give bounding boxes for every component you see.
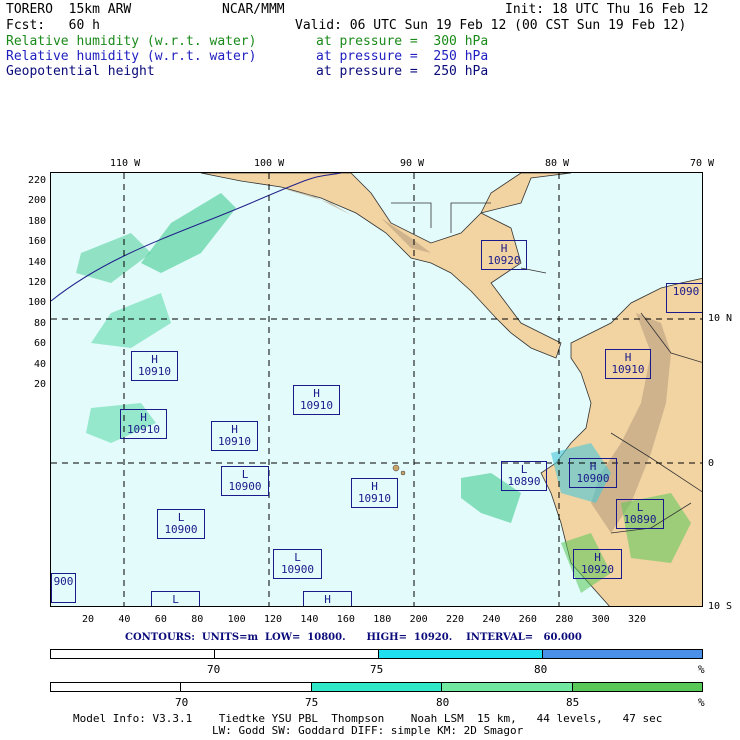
pressure-center-value: 10920 — [580, 563, 615, 576]
pressure-center-box: L 10900 — [273, 549, 322, 579]
x-tick-label: 60 — [154, 614, 167, 625]
y-tick-label: 100 — [27, 297, 46, 308]
valid-time: Valid: 06 UTC Sun 19 Feb 12 (00 CST Sun … — [295, 18, 687, 33]
pressure-center-value: 10910 — [137, 365, 172, 378]
pressure-center-box: H 10920 — [481, 240, 527, 270]
lon-label: 80 W — [545, 158, 570, 169]
y-tick-label: 140 — [27, 257, 46, 268]
x-tick-label: 180 — [373, 614, 392, 625]
init-time: Init: 18 UTC Thu 16 Feb 12 — [505, 2, 709, 17]
x-tick-label: 280 — [555, 614, 574, 625]
pressure-center-value: 10910 — [299, 399, 334, 412]
pressure-center-box: H 10900 — [569, 458, 617, 488]
colorbar-rh300-label: 70 — [175, 696, 189, 709]
colorbar-rh300-unit: % — [698, 696, 705, 709]
x-tick-label: 100 — [227, 614, 246, 625]
x-tick-label: 160 — [336, 614, 355, 625]
colorbar-rh250-label: 70 — [207, 663, 221, 676]
pressure-center-box: H 10910 — [211, 421, 258, 451]
y-tick-label: 120 — [27, 277, 46, 288]
x-tick-label: 260 — [518, 614, 537, 625]
pressure-center-value: 900 — [53, 575, 74, 588]
pressure-center-box: H 10910 — [293, 385, 340, 415]
x-tick-label: 220 — [446, 614, 465, 625]
lat-label: 0 — [708, 458, 715, 469]
pressure-center-box: L — [151, 591, 200, 606]
x-tick-label: 200 — [409, 614, 428, 625]
pressure-center-box: H 10920 — [573, 549, 622, 579]
lon-label: 70 W — [690, 158, 715, 169]
model-title: TORERO 15km ARW — [6, 2, 132, 17]
pressure-center-value: 10900 — [228, 480, 262, 493]
field-rh300-name: Relative humidity (w.r.t. water) — [6, 34, 257, 49]
y-tick-label: 160 — [27, 236, 46, 247]
lon-label: 110 W — [110, 158, 141, 169]
pressure-center-box: L 10890 — [501, 461, 547, 491]
pressure-center-box: H 10910 — [131, 351, 178, 381]
x-tick-label: 120 — [264, 614, 283, 625]
pressure-center-value: 10890 — [623, 513, 657, 526]
x-tick-label: 240 — [482, 614, 501, 625]
pressure-center-box: L 10890 — [616, 499, 664, 529]
colorbar-rh300-label: 85 — [566, 696, 580, 709]
pressure-center-value: 10910 — [357, 492, 392, 505]
field-rh300-level: at pressure = 300 hPa — [316, 34, 489, 49]
x-tick-label: 80 — [191, 614, 204, 625]
model-info-line2: LW: Godd SW: Goddard DIFF: simple KM: 2D… — [212, 724, 524, 737]
pressure-center-box: H 10910 — [605, 349, 651, 379]
lat-label: 10 N — [708, 313, 733, 324]
pressure-center-value: 10910 — [217, 435, 252, 448]
x-tick-label: 320 — [628, 614, 647, 625]
field-height-level: at pressure = 250 hPa — [316, 64, 489, 79]
pressure-center-type: H — [324, 593, 331, 606]
lon-label: 100 W — [254, 158, 285, 169]
pressure-center-value: 10900 — [280, 563, 315, 576]
pressure-center-box: H — [303, 591, 352, 606]
colorbar-rh250 — [50, 649, 703, 659]
y-tick-label: 60 — [33, 338, 46, 349]
colorbar-rh250-label: 80 — [534, 663, 548, 676]
lon-label: 90 W — [400, 158, 425, 169]
pressure-center-value: 10900 — [576, 472, 610, 485]
y-tick-label: 20 — [33, 379, 46, 390]
colorbar-rh250-unit: % — [698, 663, 705, 676]
contours-info: CONTOURS: UNITS=m LOW= 10800. HIGH= 1092… — [125, 632, 582, 643]
y-tick-label: 200 — [27, 195, 46, 206]
colorbar-rh300-label: 80 — [436, 696, 450, 709]
forecast-hour: Fcst: 60 h — [6, 18, 100, 33]
x-tick-label: 300 — [591, 614, 610, 625]
y-tick-label: 180 — [27, 216, 46, 227]
colorbar-rh300 — [50, 682, 703, 692]
pressure-center-value: 10920 — [487, 254, 521, 267]
field-rh250-name: Relative humidity (w.r.t. water) — [6, 49, 257, 64]
x-tick-label: 140 — [300, 614, 319, 625]
pressure-center-value: 1090 — [672, 285, 700, 298]
map-canvas — [51, 173, 702, 606]
pressure-center-value: 10900 — [164, 523, 198, 536]
source-label: NCAR/MMM — [222, 2, 285, 17]
colorbar-rh250-label: 75 — [370, 663, 384, 676]
field-rh250-level: at pressure = 250 hPa — [316, 49, 489, 64]
y-tick-label: 40 — [33, 359, 46, 370]
pressure-center-box: H 10910 — [120, 409, 167, 439]
map-panel: H 10920 H 10910 H 10910 H 10910 H 10910 H 10910 H 109… — [50, 172, 703, 607]
x-tick-label: 20 — [82, 614, 95, 625]
pressure-center-box: L 10900 — [157, 509, 205, 539]
pressure-center-type: L — [172, 593, 179, 606]
x-tick-label: 40 — [118, 614, 131, 625]
pressure-center-box: H 10910 — [351, 478, 398, 508]
pressure-center-value: 10910 — [611, 363, 645, 376]
y-tick-label: 80 — [33, 318, 46, 329]
y-tick-label: 220 — [27, 175, 46, 186]
colorbar-rh300-label: 75 — [305, 696, 319, 709]
pressure-center-box: L 10900 — [221, 466, 269, 496]
pressure-center-value: 10910 — [126, 423, 161, 436]
field-height-name: Geopotential height — [6, 64, 155, 79]
pressure-center-box: 900 — [51, 573, 76, 603]
pressure-center-box: 1090 — [666, 283, 702, 313]
pressure-center-value: 10890 — [507, 475, 541, 488]
yucatan-land — [480, 173, 572, 214]
lat-label: 10 S — [708, 601, 733, 612]
